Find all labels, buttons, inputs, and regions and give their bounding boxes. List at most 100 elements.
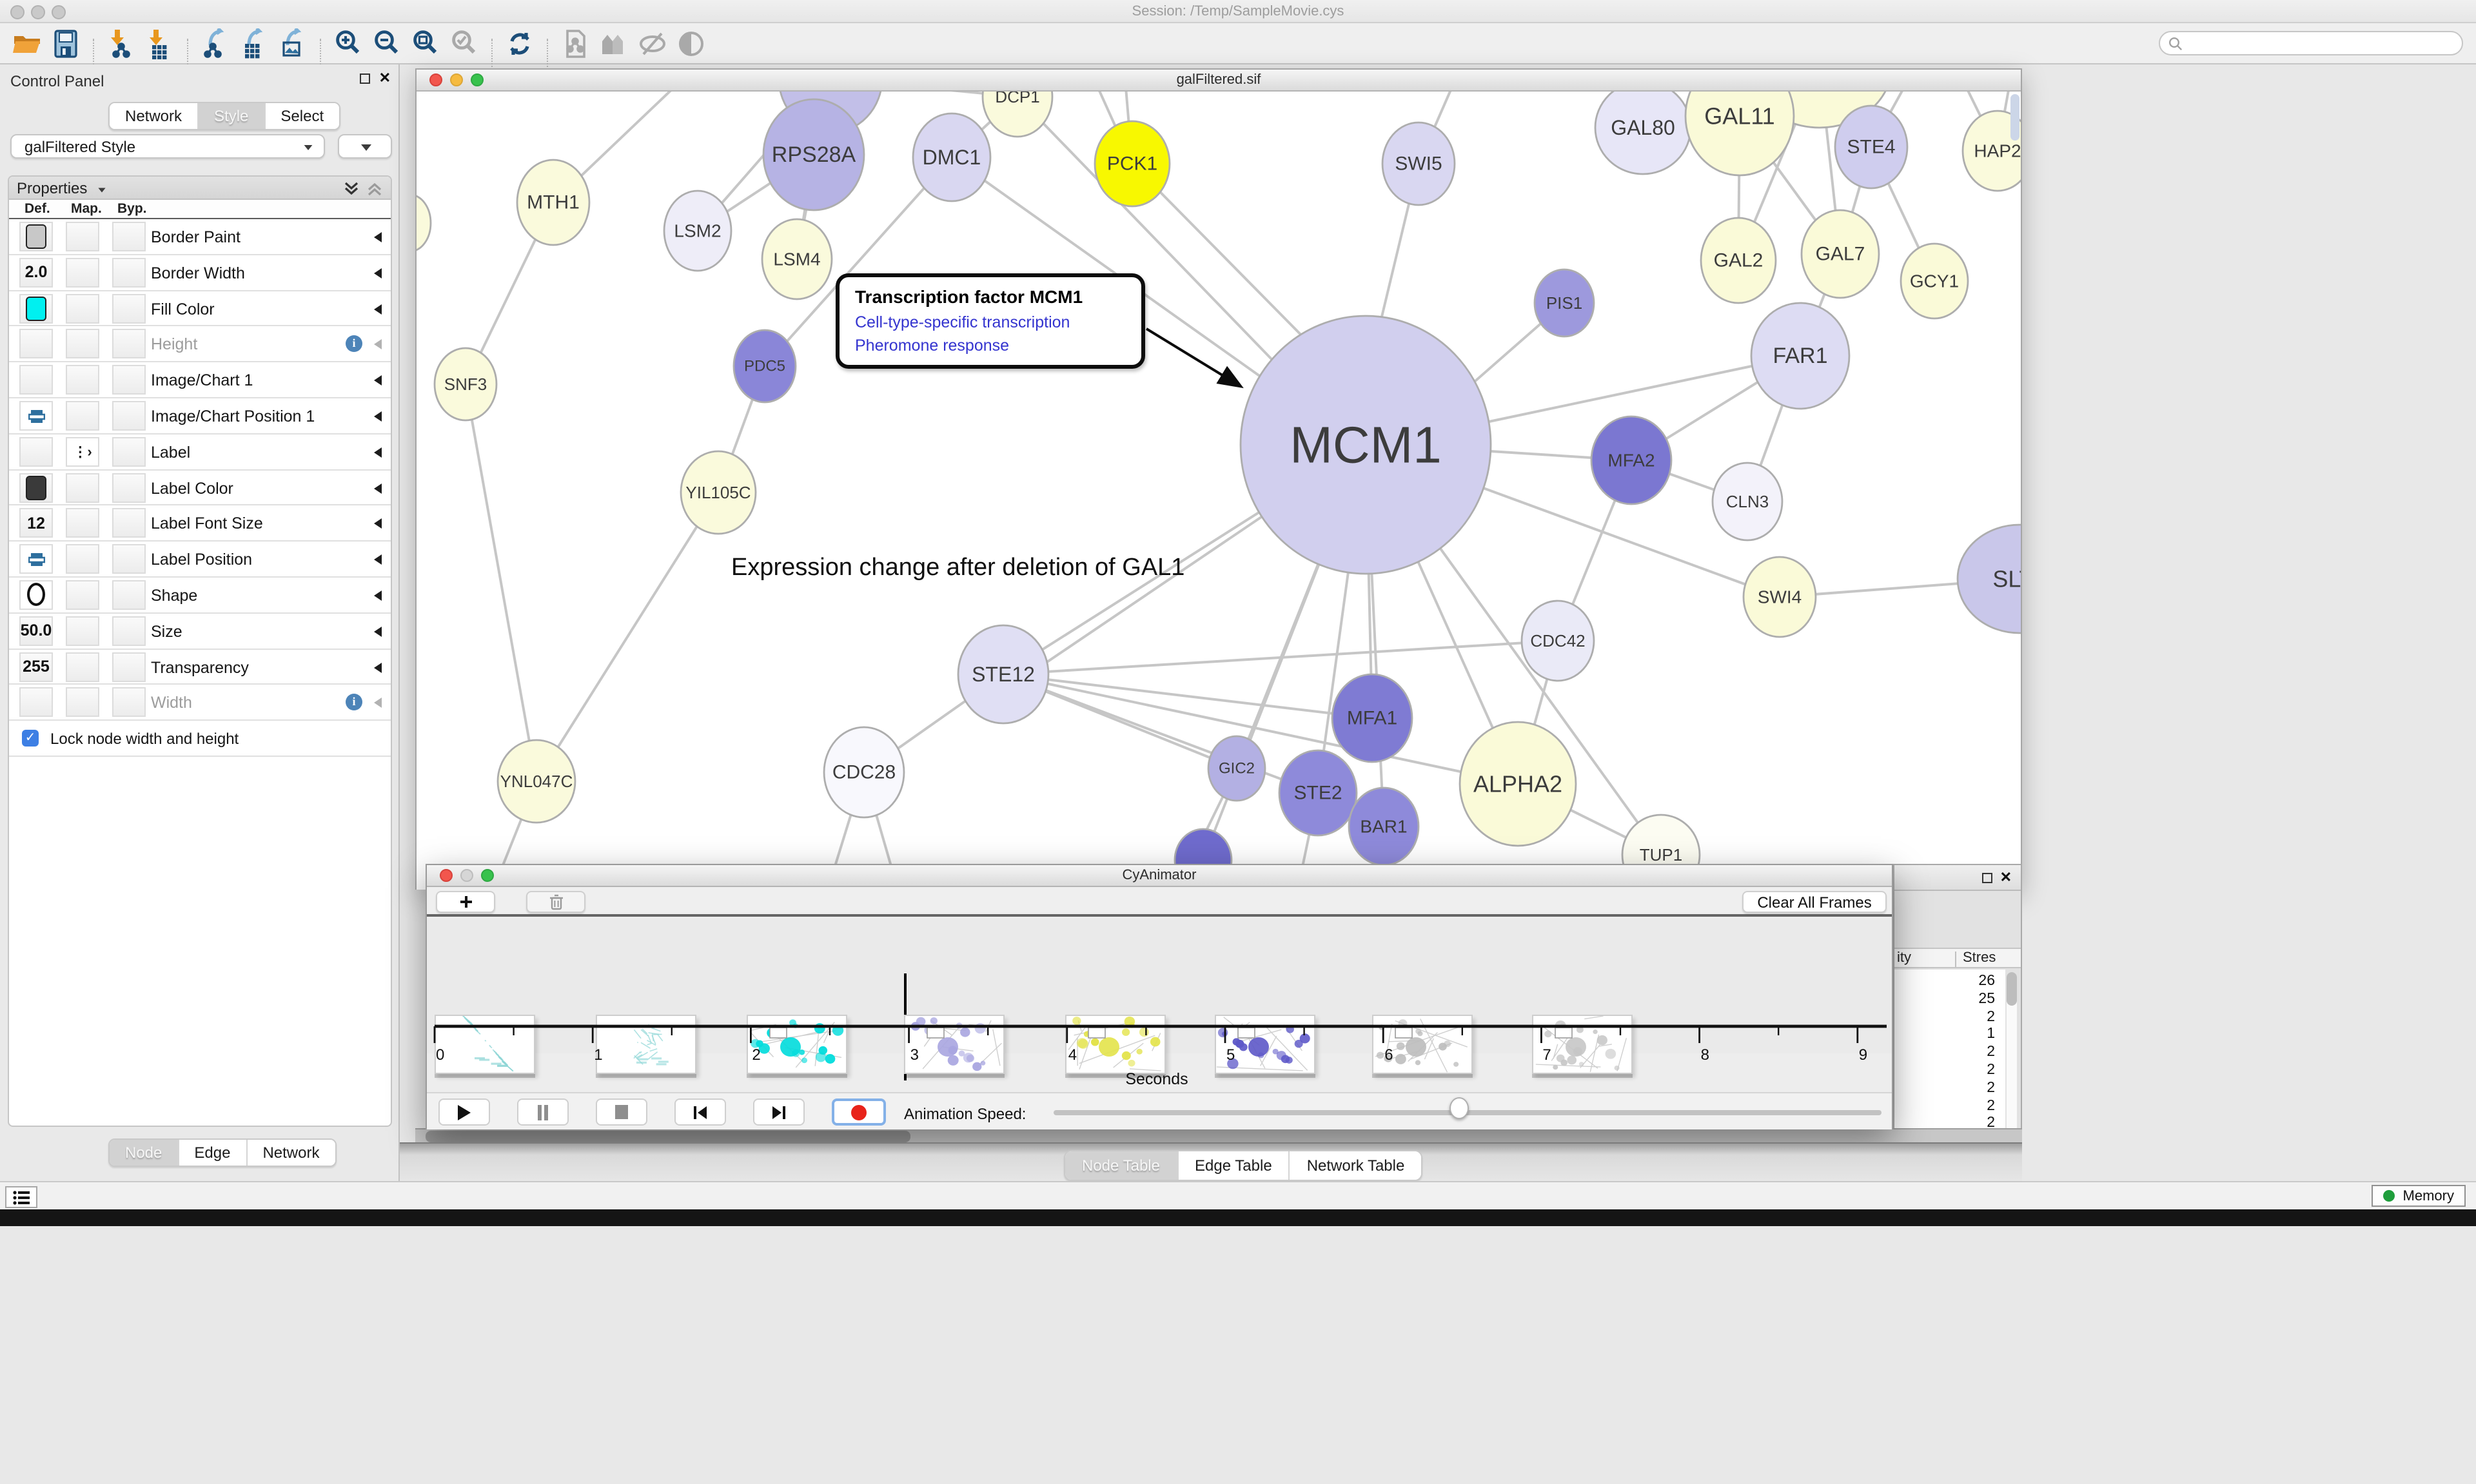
speed-slider-thumb[interactable]	[1449, 1097, 1469, 1119]
zoom-icon[interactable]	[481, 869, 494, 882]
network-node-yil105c[interactable]: YIL105C	[681, 451, 756, 534]
column-ity[interactable]: ity	[1897, 950, 1911, 966]
panel-menu-button[interactable]	[5, 1186, 37, 1208]
property-row-width[interactable]: Widthi	[9, 685, 391, 721]
tab-edge-table[interactable]: Edge Table	[1178, 1151, 1290, 1180]
property-row-label-color[interactable]: Label Color	[9, 470, 391, 506]
pause-button[interactable]	[517, 1098, 569, 1126]
network-node-dmc1[interactable]: DMC1	[913, 113, 990, 201]
network-node-snf3[interactable]: SNF3	[435, 348, 496, 420]
property-row-fill-color[interactable]: Fill Color	[9, 291, 391, 327]
network-node-mcm1[interactable]: MCM1	[1241, 316, 1491, 574]
properties-header[interactable]: Properties	[9, 177, 391, 200]
export-network-icon[interactable]	[196, 26, 235, 62]
annotation-link-1[interactable]: Cell-type-specific transcription	[855, 311, 1126, 334]
network-canvas[interactable]: RPS28BDCP1RPS28ADMC1PCK1SWI5GAL80GAL11ST…	[417, 92, 2021, 890]
network-node-pdc5[interactable]: PDC5	[734, 330, 796, 402]
property-row-shape[interactable]: Shape	[9, 578, 391, 614]
tab-node-table[interactable]: Node Table	[1065, 1151, 1178, 1180]
expand-row-icon[interactable]	[374, 627, 382, 637]
table-cell[interactable]: 1	[1943, 1027, 1995, 1042]
expand-row-icon[interactable]	[374, 591, 382, 601]
open-folder-icon[interactable]	[8, 26, 46, 62]
property-row-label-font-size[interactable]: 12Label Font Size	[9, 506, 391, 542]
network-node-pis1[interactable]: PIS1	[1535, 269, 1594, 337]
network-node-bar1[interactable]: BAR1	[1349, 788, 1419, 865]
property-row-label-position[interactable]: Label Position	[9, 542, 391, 578]
save-icon[interactable]	[46, 26, 85, 62]
network-node-rps28a[interactable]: RPS28A	[763, 99, 864, 210]
network-node-ste12[interactable]: STE12	[958, 625, 1048, 723]
record-button[interactable]	[832, 1098, 886, 1126]
cyanimator-titlebar[interactable]: CyAnimator	[427, 865, 1892, 887]
zoom-window-icon[interactable]	[52, 5, 66, 19]
network-node-ste4[interactable]: STE4	[1835, 106, 1907, 188]
zoom-selected-icon[interactable]	[445, 26, 484, 62]
network-node-pck1[interactable]: PCK1	[1095, 121, 1170, 206]
property-row-height[interactable]: Heighti	[9, 327, 391, 363]
expand-row-icon[interactable]	[374, 662, 382, 672]
network-node-cdc42[interactable]: CDC42	[1522, 601, 1594, 681]
network-node-gcy1[interactable]: GCY1	[1901, 244, 1968, 318]
column-stress[interactable]: Stres	[1963, 950, 1996, 966]
annotation-link-2[interactable]: Pheromone response	[855, 334, 1126, 357]
network-window-titlebar[interactable]: galFiltered.sif	[417, 70, 2021, 92]
table-hscrollbar[interactable]	[415, 1128, 2022, 1142]
clear-all-frames-button[interactable]: Clear All Frames	[1742, 891, 1887, 913]
network-vscrollbar[interactable]	[2010, 94, 2019, 210]
network-node-gic2[interactable]: GIC2	[1208, 736, 1265, 801]
close-icon[interactable]	[440, 869, 453, 882]
stop-button[interactable]	[596, 1098, 647, 1126]
delete-frame-button[interactable]	[526, 891, 585, 913]
table-cell[interactable]: 25	[1943, 991, 1995, 1007]
network-node-mfa2[interactable]: MFA2	[1591, 416, 1671, 504]
network-node-ynl047c[interactable]: YNL047C	[498, 740, 575, 823]
expand-row-icon[interactable]	[374, 519, 382, 529]
float-panel-icon[interactable]	[360, 73, 370, 84]
table-cell[interactable]: 2	[1943, 1080, 1995, 1096]
collapse-all-icon[interactable]	[366, 181, 383, 197]
property-row-border-paint[interactable]: Border Paint	[9, 219, 391, 255]
tab-select[interactable]: Select	[265, 103, 339, 129]
import-table-icon[interactable]	[141, 26, 179, 62]
minimize-window-icon[interactable]	[31, 5, 45, 19]
find-icon[interactable]	[594, 26, 633, 62]
tab-network[interactable]: Network	[110, 103, 199, 129]
tab-network-bottom[interactable]: Network	[247, 1140, 335, 1166]
expand-row-icon[interactable]	[374, 304, 382, 314]
network-node-cdc28[interactable]: CDC28	[824, 727, 904, 817]
gal1-caption[interactable]: Expression change after deletion of GAL1	[731, 554, 1184, 583]
zoom-icon[interactable]	[471, 73, 484, 86]
minimize-icon[interactable]	[450, 73, 463, 86]
zoom-in-icon[interactable]	[329, 26, 368, 62]
add-frame-button[interactable]	[436, 891, 495, 913]
network-node-mfa1[interactable]: MFA1	[1332, 674, 1412, 762]
expand-row-icon[interactable]	[374, 554, 382, 565]
network-node-cln3[interactable]: CLN3	[1713, 463, 1782, 540]
style-options-button[interactable]	[338, 134, 392, 159]
tab-network-table[interactable]: Network Table	[1290, 1151, 1422, 1180]
table-cell[interactable]: 2	[1943, 1009, 1995, 1024]
style-selector[interactable]: galFiltered Style	[10, 134, 325, 159]
close-icon[interactable]	[429, 73, 442, 86]
network-node-swi5[interactable]: SWI5	[1382, 122, 1455, 205]
network-node-ste2[interactable]: STE2	[1279, 750, 1357, 835]
search-input[interactable]	[2159, 31, 2463, 55]
expand-row-icon[interactable]	[374, 375, 382, 386]
expand-row-icon[interactable]	[374, 483, 382, 493]
import-network-icon[interactable]	[102, 26, 141, 62]
lock-checkbox[interactable]: ✓	[22, 730, 39, 747]
table-vscrollbar[interactable]	[2007, 972, 2017, 1132]
export-image-icon[interactable]	[273, 26, 312, 62]
property-row-image-chart-1[interactable]: Image/Chart 1	[9, 362, 391, 398]
tab-style[interactable]: Style	[199, 103, 265, 129]
eye-icon[interactable]	[672, 26, 711, 62]
tab-edge[interactable]: Edge	[179, 1140, 247, 1166]
table-cell[interactable]: 2	[1943, 1044, 1995, 1060]
network-node-lsm2[interactable]: LSM2	[664, 191, 731, 271]
table-cell[interactable]: 2	[1943, 1062, 1995, 1078]
expand-row-icon[interactable]	[374, 340, 382, 350]
property-row-label[interactable]: ⋮›Label	[9, 434, 391, 471]
property-row-transparency[interactable]: 255Transparency	[9, 649, 391, 685]
expand-row-icon[interactable]	[374, 232, 382, 242]
